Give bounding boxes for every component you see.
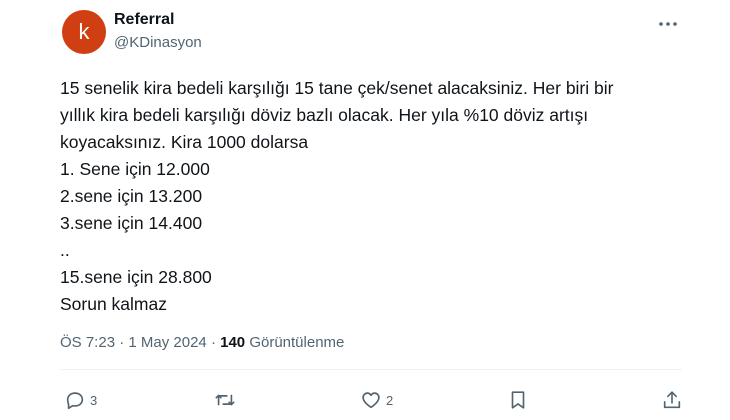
retweet-button[interactable] bbox=[214, 389, 236, 411]
tweet-line: .. bbox=[60, 240, 70, 260]
more-options-button[interactable] bbox=[655, 14, 681, 34]
tweet-text: 15 senelik kira bedeli karşılığı 15 tane… bbox=[60, 75, 680, 318]
avatar[interactable]: k bbox=[62, 10, 106, 54]
tweet-date[interactable]: 1 May 2024 bbox=[128, 334, 206, 351]
views-count: 140 bbox=[220, 334, 246, 351]
tweet-meta: ÖS 7:23 · 1 May 2024 · 140 Görüntülenme bbox=[60, 334, 344, 351]
bookmark-icon bbox=[511, 391, 525, 409]
heart-icon bbox=[362, 392, 380, 409]
tweet-line: 2.sene için 13.200 bbox=[60, 186, 203, 206]
reply-icon bbox=[66, 392, 84, 410]
bookmark-button[interactable] bbox=[507, 389, 529, 411]
divider bbox=[60, 369, 682, 370]
tweet-line: 3.sene için 14.400 bbox=[60, 213, 203, 233]
author-display-name[interactable]: Referral bbox=[114, 11, 174, 29]
author-handle[interactable]: @KDinasyon bbox=[114, 34, 202, 51]
tweet-card: k Referral @KDinasyon 15 senelik kira be… bbox=[0, 0, 730, 420]
tweet-time[interactable]: ÖS 7:23 bbox=[60, 334, 115, 351]
like-button[interactable]: 2 bbox=[360, 389, 393, 411]
avatar-letter: k bbox=[78, 19, 90, 44]
reply-count: 3 bbox=[90, 392, 98, 408]
share-icon bbox=[663, 391, 681, 409]
like-count: 2 bbox=[386, 392, 394, 408]
meta-separator: · bbox=[210, 334, 221, 351]
views-label: Görüntülenme bbox=[249, 334, 345, 351]
share-button[interactable] bbox=[661, 389, 683, 411]
tweet-line: 15 senelik kira bedeli karşılığı 15 tane… bbox=[60, 78, 614, 98]
tweet-line: 15.sene için 28.800 bbox=[60, 267, 212, 287]
reply-button[interactable]: 3 bbox=[64, 389, 97, 411]
tweet-line: koyacaksınız. Kira 1000 dolarsa bbox=[60, 132, 309, 152]
more-dots-icon bbox=[659, 22, 677, 26]
tweet-line: 1. Sene için 12.000 bbox=[60, 159, 210, 179]
meta-separator: · bbox=[119, 334, 129, 351]
tweet-line: yıllık kira bedeli karşılığı döviz bazlı… bbox=[60, 105, 589, 125]
tweet-line: Sorun kalmaz bbox=[60, 294, 167, 314]
retweet-icon bbox=[215, 394, 235, 406]
